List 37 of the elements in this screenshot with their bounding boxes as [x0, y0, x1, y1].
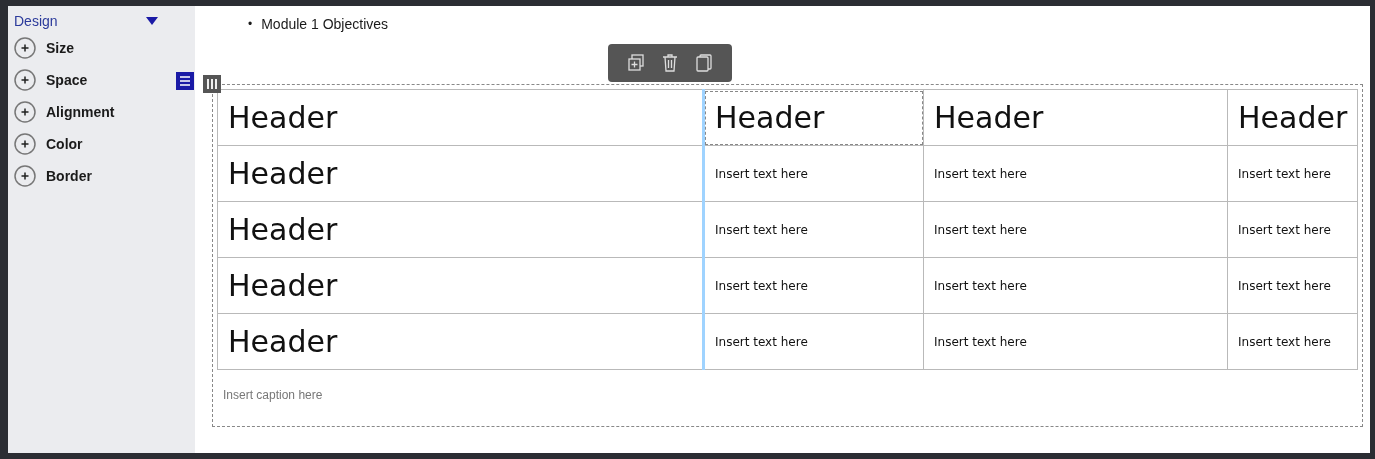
table-cell[interactable]: Insert text here [703, 201, 924, 258]
table-cell[interactable]: Insert text here [703, 257, 924, 314]
header-cell[interactable]: Header [217, 201, 704, 258]
bullet-marker: • [248, 17, 253, 31]
bullet-item: Module 1 Objectives [261, 16, 389, 32]
sidebar-item[interactable]: Alignment [46, 104, 115, 120]
header-cell[interactable]: Header [217, 145, 704, 202]
sidebar-item[interactable]: Space [46, 72, 88, 88]
plus-icon[interactable] [14, 165, 36, 187]
caret-down-icon[interactable] [145, 16, 159, 26]
table-caption[interactable]: Insert caption here [223, 388, 1358, 402]
header-cell[interactable]: Header [217, 257, 704, 314]
header-cell[interactable]: Header [703, 89, 924, 146]
table-cell[interactable]: Insert text here [923, 201, 1228, 258]
add-icon[interactable] [625, 53, 646, 73]
table-cell[interactable]: Insert text here [1227, 201, 1358, 258]
plus-icon[interactable] [14, 69, 36, 91]
sidebar-item[interactable]: Border [46, 168, 92, 184]
sidebar-item[interactable]: Color [46, 136, 83, 152]
table-cell[interactable]: Insert text here [703, 313, 924, 370]
header-cell[interactable]: Header [1227, 89, 1358, 146]
table-cell[interactable]: Insert text here [923, 145, 1228, 202]
table-cell[interactable]: Insert text here [703, 145, 924, 202]
table-cell[interactable]: Insert text here [923, 313, 1228, 370]
plus-icon[interactable] [14, 37, 36, 59]
design-heading[interactable]: Design [14, 13, 58, 29]
table-cell[interactable]: Insert text here [1227, 257, 1358, 314]
header-cell[interactable]: Header [217, 313, 704, 370]
plus-icon[interactable] [14, 133, 36, 155]
header-cell[interactable]: Header [217, 89, 704, 146]
sidebar-item[interactable]: Size [46, 40, 74, 56]
copy-icon[interactable] [693, 53, 714, 73]
header-cell[interactable]: Header [923, 89, 1228, 146]
table-cell[interactable]: Insert text here [1227, 313, 1358, 370]
table-cell[interactable]: Insert text here [1227, 145, 1358, 202]
table-cell[interactable]: Insert text here [923, 257, 1228, 314]
plus-icon[interactable] [14, 101, 36, 123]
